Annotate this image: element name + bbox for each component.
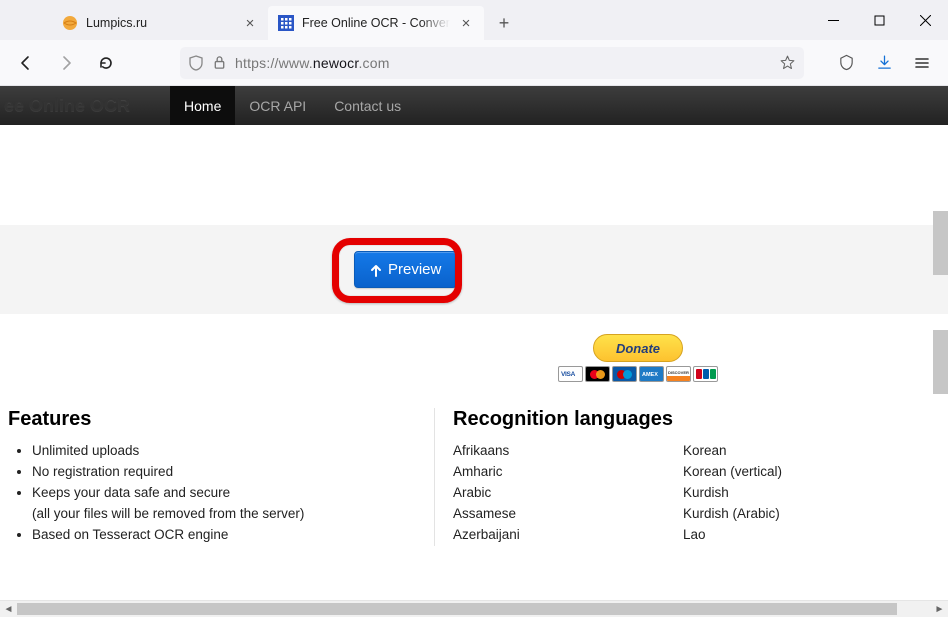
discover-icon [666, 366, 691, 382]
unionpay-icon [693, 366, 718, 382]
feature-item: Unlimited uploads [32, 441, 424, 462]
scrollbar-thumb[interactable] [933, 330, 948, 394]
donate-button[interactable]: Donate [593, 334, 683, 362]
feature-item: Keeps your data safe and secure [32, 483, 424, 504]
address-bar[interactable]: https://www.newocr.com [180, 47, 804, 79]
lang-item: Kurdish [683, 483, 928, 504]
preview-label: Preview [388, 261, 441, 278]
lang-item: Assamese [453, 504, 683, 525]
mastercard-icon [585, 366, 610, 382]
feature-item: Based on Tesseract OCR engine [32, 525, 424, 546]
browser-tab-bar: Lumpics.ru × Free Online OCR - Convert J… [0, 0, 948, 40]
browser-toolbar: https://www.newocr.com [0, 40, 948, 86]
tab-title: Free Online OCR - Convert JPEG [302, 16, 450, 30]
lang-item: Afrikaans [453, 441, 683, 462]
recognition-section: Recognition languages AfrikaansKorean Am… [434, 408, 928, 546]
scroll-left-icon[interactable]: ◄ [0, 601, 17, 617]
reload-button[interactable] [90, 47, 122, 79]
page-viewport: ee Online OCR Home OCR API Contact us Pr… [0, 86, 948, 617]
lang-item: Amharic [453, 462, 683, 483]
url-text: https://www.newocr.com [235, 55, 771, 71]
visa-card-icon [558, 366, 583, 382]
features-heading: Features [8, 408, 424, 431]
browser-tab-inactive[interactable]: Lumpics.ru × [52, 6, 268, 40]
menu-icon[interactable] [906, 47, 938, 79]
features-section: Features Unlimited uploads No registrati… [8, 408, 424, 546]
upload-panel: Preview [0, 225, 948, 314]
amex-icon [639, 366, 664, 382]
lang-item: Arabic [453, 483, 683, 504]
preview-button[interactable]: Preview [354, 251, 457, 288]
upload-arrow-icon [370, 263, 382, 277]
scroll-right-icon[interactable]: ► [931, 601, 948, 617]
site-nav: Home OCR API Contact us [170, 86, 415, 125]
back-button[interactable] [10, 47, 42, 79]
scrollbar-thumb[interactable] [933, 211, 948, 275]
browser-tab-active[interactable]: Free Online OCR - Convert JPEG × [268, 6, 484, 40]
window-controls [810, 0, 948, 40]
site-header: ee Online OCR Home OCR API Contact us [0, 86, 948, 125]
lang-item: Korean [683, 441, 928, 462]
nav-contact[interactable]: Contact us [320, 86, 415, 125]
scrollbar-thumb[interactable] [17, 603, 897, 615]
favicon-newocr [278, 15, 294, 31]
close-window-button[interactable] [902, 0, 948, 40]
forward-button[interactable] [50, 47, 82, 79]
maestro-icon [612, 366, 637, 382]
close-tab-icon[interactable]: × [458, 15, 474, 31]
download-icon[interactable] [868, 47, 900, 79]
payment-cards [558, 366, 718, 382]
favicon-lumpics [62, 15, 78, 31]
nav-ocr-api[interactable]: OCR API [235, 86, 320, 125]
donate-section: Donate [0, 334, 948, 382]
new-tab-button[interactable]: + [490, 9, 518, 37]
lang-item: Kurdish (Arabic) [683, 504, 928, 525]
lock-icon [212, 55, 227, 70]
feature-item-sub: (all your files will be removed from the… [32, 504, 424, 525]
tab-title: Lumpics.ru [86, 16, 234, 30]
lang-item: Korean (vertical) [683, 462, 928, 483]
nav-home[interactable]: Home [170, 86, 235, 125]
feature-item: No registration required [32, 462, 424, 483]
maximize-button[interactable] [856, 0, 902, 40]
lang-item: Lao [683, 525, 928, 546]
lang-item: Azerbaijani [453, 525, 683, 546]
horizontal-scrollbar[interactable]: ◄ ► [0, 600, 948, 617]
pocket-icon[interactable] [830, 47, 862, 79]
recognition-heading: Recognition languages [453, 408, 928, 431]
shield-icon [188, 55, 204, 71]
minimize-button[interactable] [810, 0, 856, 40]
close-tab-icon[interactable]: × [242, 15, 258, 31]
site-title: ee Online OCR [4, 95, 130, 116]
star-icon[interactable] [779, 54, 796, 71]
